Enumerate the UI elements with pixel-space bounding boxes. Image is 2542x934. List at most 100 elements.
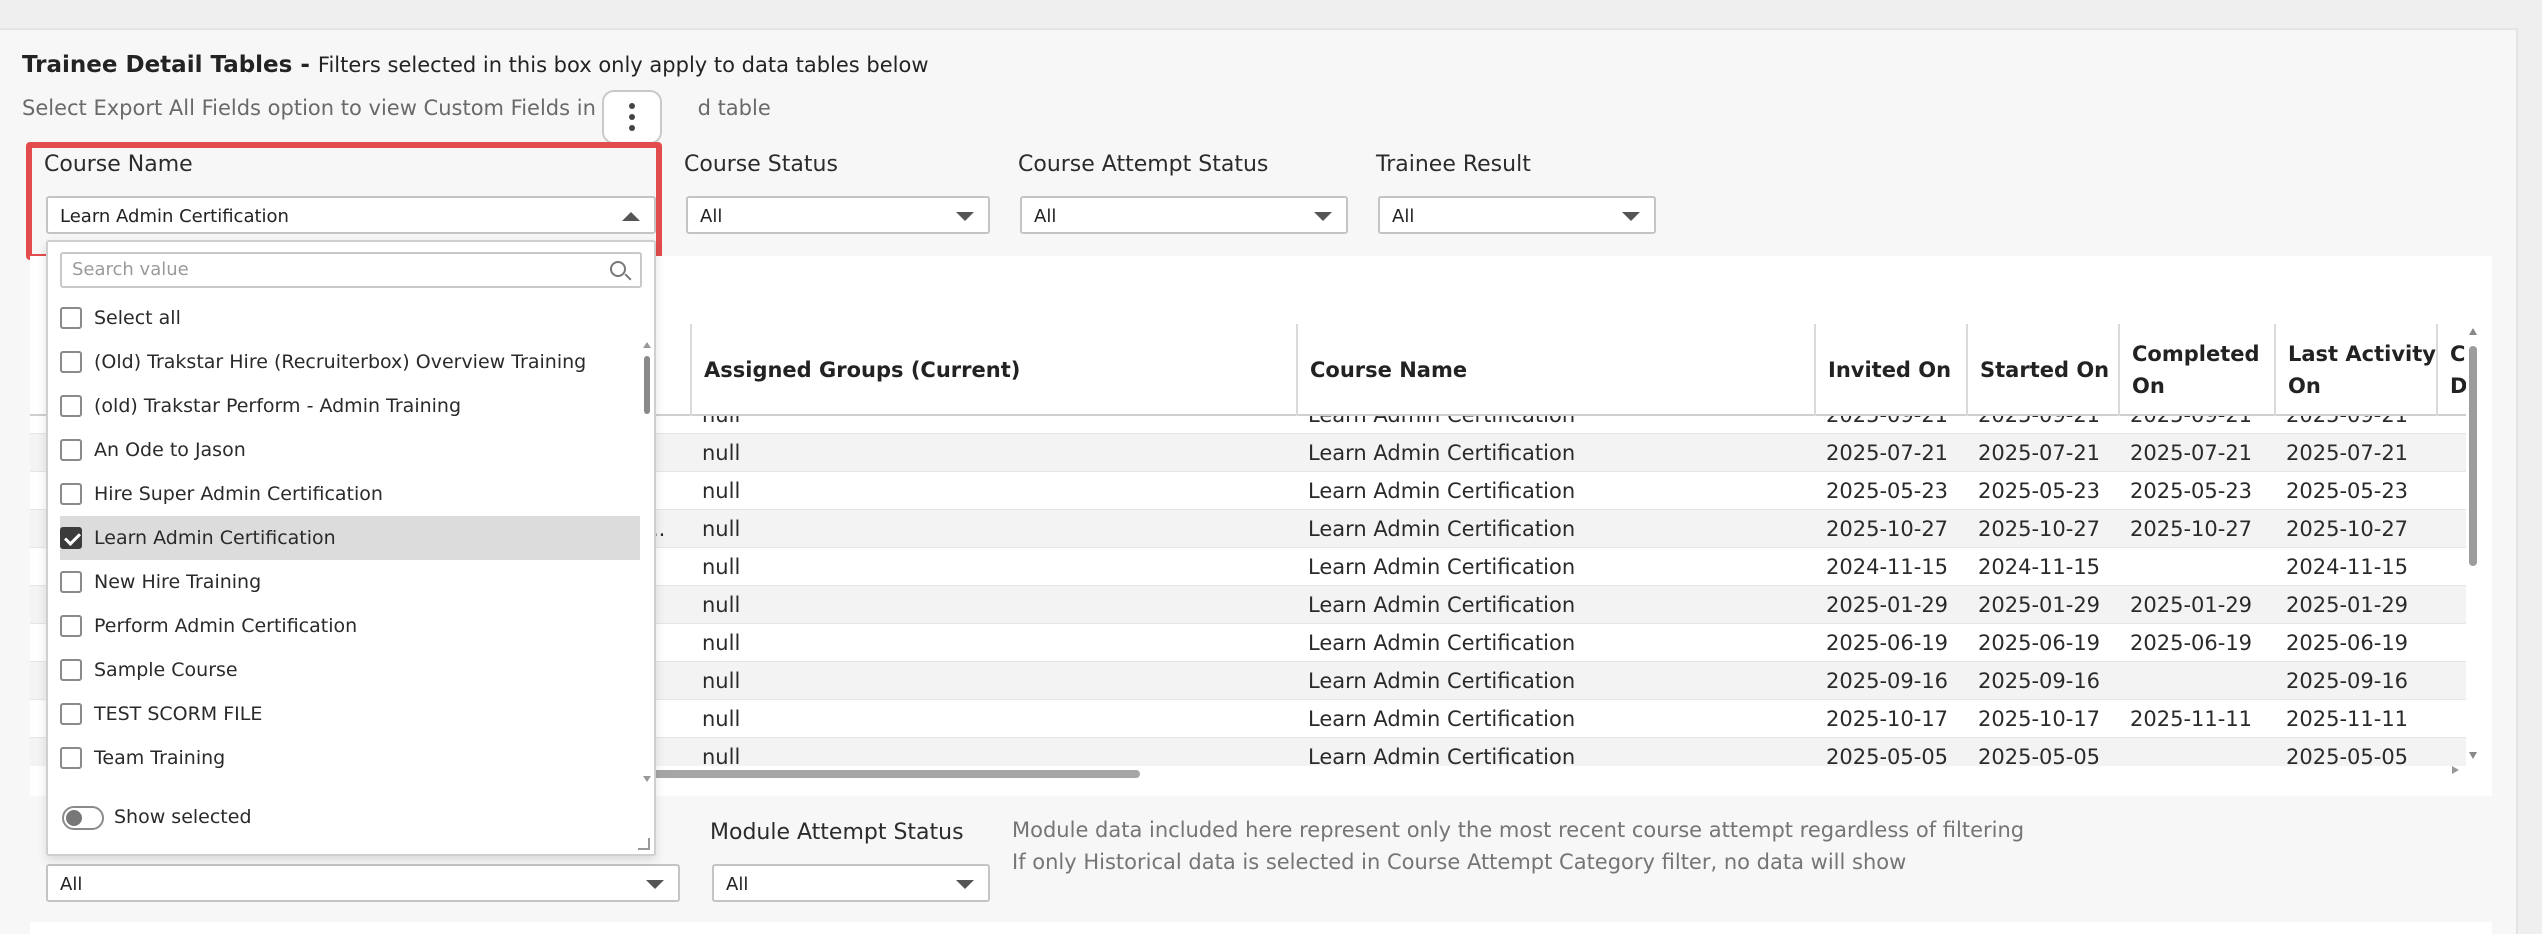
cell-group: null (702, 669, 741, 693)
col-completed-on[interactable]: Completed On (2118, 324, 2274, 416)
option-label: TEST SCORM FILE (94, 703, 263, 725)
module-note-line-1: Module data included here represent only… (1012, 818, 2025, 842)
option-item[interactable]: Perform Admin Certification (60, 604, 640, 648)
more-options-icon[interactable] (602, 90, 662, 144)
cell-group: null (702, 555, 741, 579)
checkbox-icon[interactable] (60, 571, 82, 593)
show-selected-toggle[interactable] (62, 806, 104, 830)
cell-group: null (702, 707, 741, 731)
cell-invited: 2025-09-21 (1814, 416, 1966, 434)
cell-course: Learn Admin Certification (1308, 555, 1576, 579)
cell-last: 2025-01-29 (2286, 593, 2409, 617)
cell-course: Learn Admin Certification (1308, 441, 1576, 465)
checkbox-icon[interactable] (60, 703, 82, 725)
cell-completed: 2025-06-19 (2130, 631, 2253, 655)
checkbox-icon[interactable] (60, 307, 82, 329)
chevron-down-icon (956, 880, 974, 889)
scrollbar-thumb[interactable] (2469, 346, 2477, 566)
scroll-up-icon[interactable] (2469, 328, 2477, 335)
checkbox-icon[interactable] (60, 747, 82, 769)
option-item[interactable]: New Hire Training (60, 560, 640, 604)
option-label: Team Training (94, 747, 226, 769)
cell-started: 2025-05-23 (1978, 479, 2101, 503)
option-item[interactable]: Learn Admin Certification (60, 516, 640, 560)
cell-last: 2025-05-05 (2286, 745, 2409, 766)
cell-completed (2118, 738, 2274, 766)
cell-group: null (690, 416, 1296, 434)
cell-completed (2118, 662, 2274, 700)
cell-group: null (702, 745, 741, 766)
trainee-result-select[interactable]: All (1378, 196, 1656, 234)
cell-last: 2025-11-11 (2286, 707, 2409, 731)
cell-completed: 2025-10-27 (2130, 517, 2253, 541)
trainee-result-label: Trainee Result (1376, 152, 1531, 177)
cell-group: null (702, 593, 741, 617)
cell-course: Learn Admin Certification (1308, 745, 1576, 766)
module-attempt-status-select[interactable]: All (712, 864, 990, 902)
col-invited-on[interactable]: Invited On (1814, 324, 1966, 416)
cell-started: 2025-09-16 (1978, 669, 2101, 693)
option-label: Perform Admin Certification (94, 615, 358, 637)
checkbox-icon[interactable] (60, 395, 82, 417)
module-filter-select[interactable]: All (46, 864, 680, 902)
table-horizontal-scrollbar[interactable] (580, 770, 1140, 778)
show-selected-label: Show selected (114, 806, 252, 828)
option-item[interactable]: Sample Course (60, 648, 640, 692)
checkbox-checked-icon[interactable] (60, 527, 82, 549)
cell-invited: 2025-10-27 (1826, 517, 1949, 541)
cell-completed: 2025-11-11 (2130, 707, 2253, 731)
search-input[interactable]: Search value (60, 252, 642, 288)
course-attempt-status-label: Course Attempt Status (1018, 152, 1269, 177)
option-label: Learn Admin Certification (94, 527, 336, 549)
cell-started: 2025-05-05 (1978, 745, 2101, 766)
cell-course: Learn Admin Certification (1308, 669, 1576, 693)
option-item[interactable]: (Old) Trakstar Hire (Recruiterbox) Overv… (60, 340, 640, 384)
option-item[interactable]: TEST SCORM FILE (60, 692, 640, 736)
cell-invited: 2024-11-15 (1826, 555, 1949, 579)
cell-invited: 2025-05-05 (1826, 745, 1949, 766)
chevron-down-icon (956, 212, 974, 221)
checkbox-icon[interactable] (60, 615, 82, 637)
col-clipped[interactable]: Co De (2436, 324, 2466, 416)
cell-group: null (702, 517, 741, 541)
option-item[interactable]: An Ode to Jason (60, 428, 640, 472)
search-placeholder: Search value (72, 259, 189, 280)
table-vertical-scrollbar[interactable] (2464, 324, 2482, 764)
resize-handle-icon[interactable] (638, 838, 650, 850)
module-filter-value: All (60, 874, 83, 895)
cell-course: Learn Admin Certification (1308, 707, 1576, 731)
course-status-select[interactable]: All (686, 196, 990, 234)
col-last-activity-on[interactable]: Last Activity On (2274, 324, 2436, 416)
checkbox-icon[interactable] (60, 659, 82, 681)
checkbox-icon[interactable] (60, 439, 82, 461)
col-course-name[interactable]: Course Name (1296, 324, 1814, 416)
section-title-note: Filters selected in this box only apply … (317, 53, 929, 77)
option-item[interactable]: Team Training (60, 736, 640, 780)
cell-invited: 2025-10-17 (1826, 707, 1949, 731)
scroll-down-icon[interactable] (643, 776, 651, 782)
course-name-dropdown: Search value Select all (Old) Trakstar H… (46, 240, 656, 856)
col-started-on[interactable]: Started On (1966, 324, 2118, 416)
cell-last: 2025-05-23 (2286, 479, 2409, 503)
col-assigned-groups[interactable]: Assigned Groups (Current) (690, 324, 1296, 416)
checkbox-icon[interactable] (60, 483, 82, 505)
cell-group: null (702, 441, 741, 465)
checkbox-icon[interactable] (60, 351, 82, 373)
dropdown-scrollbar[interactable] (642, 342, 652, 782)
cell-group: null (702, 479, 741, 503)
cell-invited: 2025-07-21 (1826, 441, 1949, 465)
chevron-down-icon (1622, 212, 1640, 221)
scroll-up-icon[interactable] (643, 342, 651, 348)
scroll-right-icon[interactable] (2452, 766, 2459, 774)
scroll-down-icon[interactable] (2469, 752, 2477, 759)
option-select-all[interactable]: Select all (60, 296, 640, 340)
module-attempt-status-value: All (726, 874, 749, 895)
option-item[interactable]: (old) Trakstar Perform - Admin Training (60, 384, 640, 428)
scrollbar-thumb[interactable] (644, 356, 650, 414)
cell-started: 2024-11-15 (1978, 555, 2101, 579)
cell-completed: 2025-07-21 (2130, 441, 2253, 465)
option-item[interactable]: Hire Super Admin Certification (60, 472, 640, 516)
course-attempt-status-select[interactable]: All (1020, 196, 1348, 234)
option-label: Select all (94, 307, 181, 329)
section-title: Trainee Detail Tables - Filters selected… (22, 52, 929, 78)
